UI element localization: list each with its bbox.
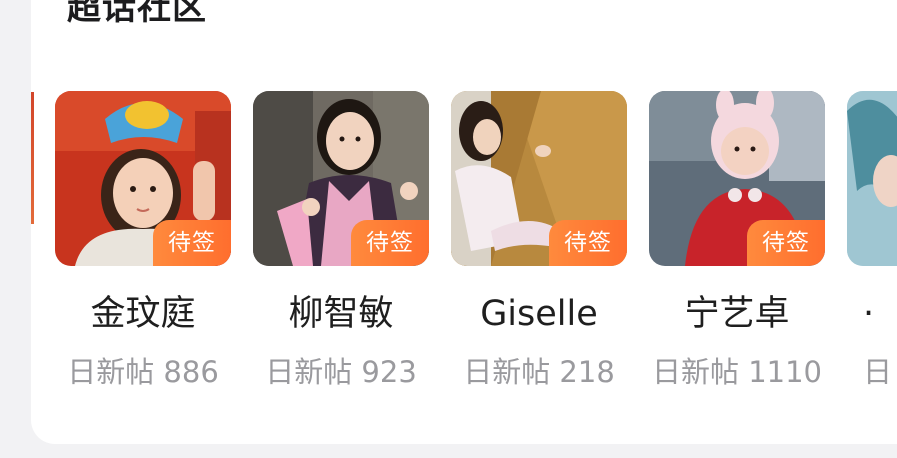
super-topic-community-card: 超话社区 待签 金玟庭 日新帖 886 待签 柳智敏 日新帖 923 待签 Gi… [31,0,897,444]
profile-photo-icon [847,91,897,266]
daily-posts-count: 日新帖 886 [67,355,219,389]
community-name: · [863,294,875,334]
pending-sign-in-badge: 待签 [351,220,429,266]
community-item-2[interactable]: 待签 柳智敏 日新帖 923 [253,91,429,389]
daily-posts-count: 日 [863,355,893,389]
community-name: Giselle [480,294,598,334]
pending-sign-in-badge: 待签 [747,220,825,266]
community-name: 宁艺卓 [684,294,790,334]
previous-item-edge [31,92,34,224]
community-item-4[interactable]: 待签 宁艺卓 日新帖 1110 [649,91,825,389]
community-item-3[interactable]: 待签 Giselle 日新帖 218 [451,91,627,389]
pending-sign-in-badge: 待签 [549,220,627,266]
community-name: 柳智敏 [288,294,394,334]
community-thumbnail[interactable] [847,91,897,266]
community-thumbnail[interactable]: 待签 [649,91,825,266]
community-thumbnail[interactable]: 待签 [55,91,231,266]
daily-posts-count: 日新帖 1110 [651,355,823,389]
daily-posts-count: 日新帖 218 [463,355,615,389]
community-item-5-partial[interactable]: · 日 [847,91,897,389]
community-thumbnail[interactable]: 待签 [451,91,627,266]
pending-sign-in-badge: 待签 [153,220,231,266]
community-thumbnail[interactable]: 待签 [253,91,429,266]
community-item-1[interactable]: 待签 金玟庭 日新帖 886 [55,91,231,389]
section-title: 超话社区 [67,0,207,28]
daily-posts-count: 日新帖 923 [265,355,417,389]
community-name: 金玟庭 [90,294,196,334]
